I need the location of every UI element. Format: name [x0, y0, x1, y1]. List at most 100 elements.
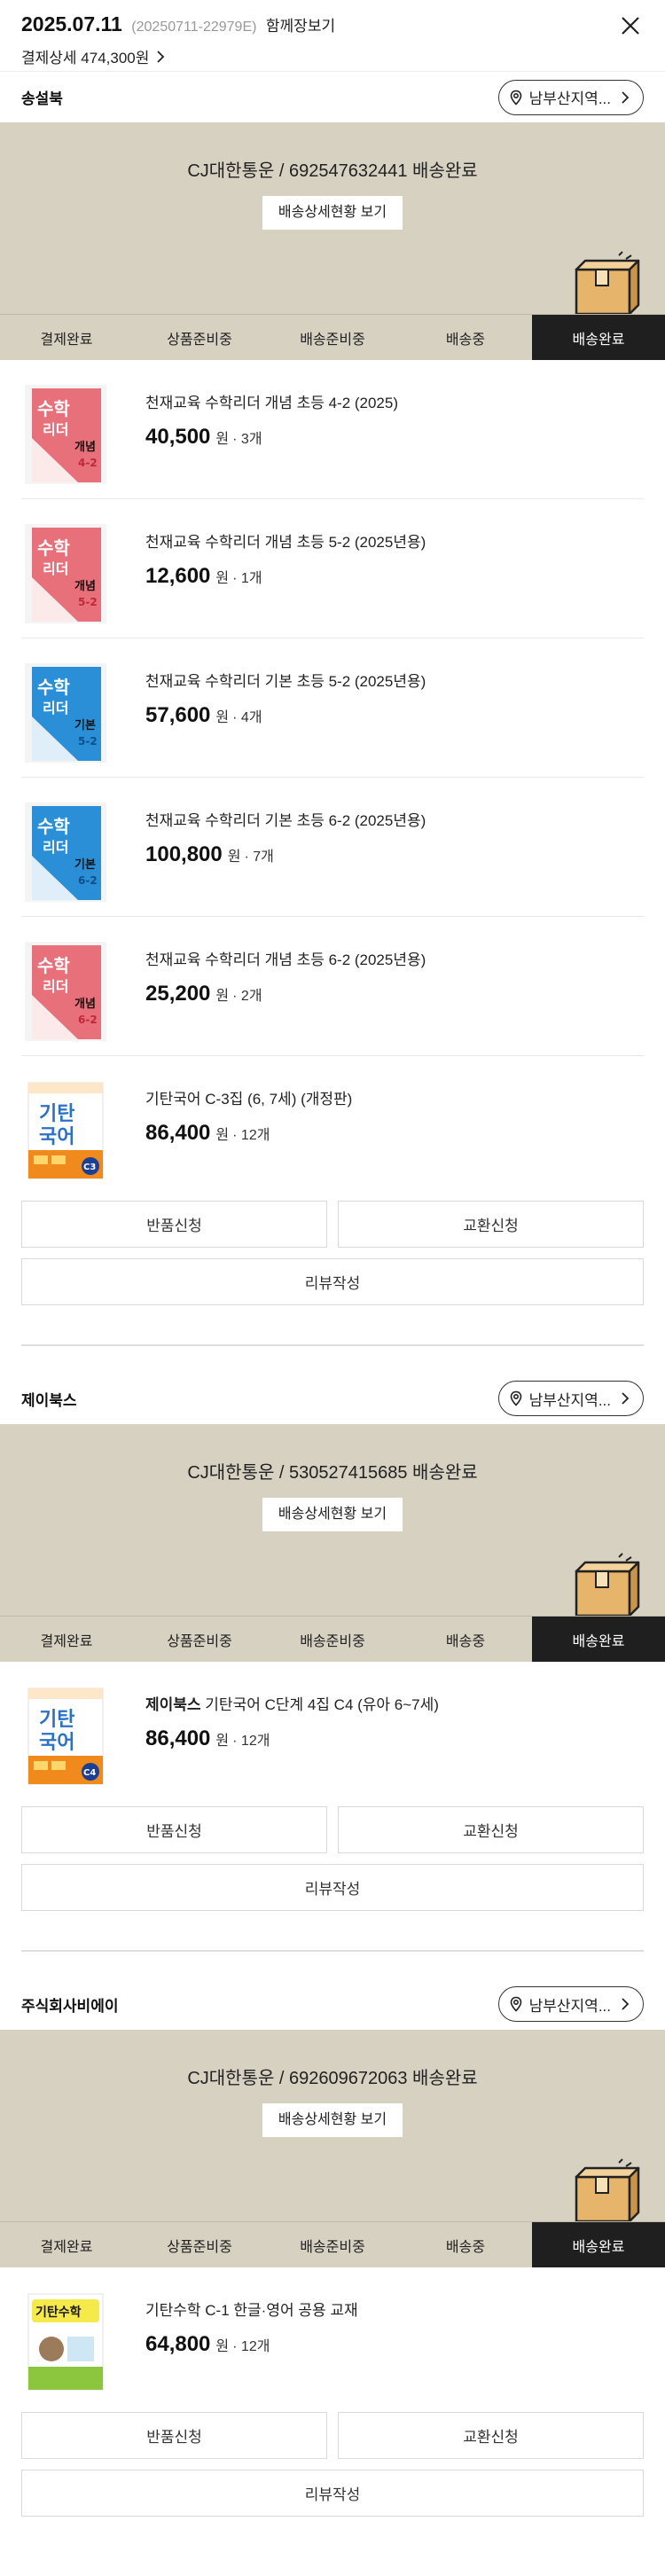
product-price: 64,800 [145, 2332, 211, 2356]
product-thumbnail[interactable]: 기탄 국어 C4 [21, 1687, 110, 1786]
product-quantity: · 1개 [232, 571, 262, 586]
location-pin-icon [510, 1390, 521, 1406]
write-review-button[interactable]: 리뷰작성 [21, 1864, 644, 1911]
return-request-button[interactable]: 반품신청 [21, 2412, 327, 2459]
section-divider [21, 1344, 644, 1346]
product-item[interactable]: 수학 리더 기본 5-2 천재교육 수학리더 기본 초등 5-2 (2025년용… [21, 638, 644, 778]
price-unit: 원 [215, 1734, 230, 1749]
product-thumbnail[interactable]: 수학 리더 개념 6-2 [21, 942, 110, 1041]
product-thumbnail[interactable]: 수학 리더 개념 4-2 [21, 385, 110, 484]
product-title: 기탄국어 C-3집 (6, 7세) (개정판) [145, 1091, 353, 1108]
delivery-step: 배송준비중 [300, 1633, 365, 1649]
svg-text:리더: 리더 [43, 839, 68, 856]
delivery-status-box: CJ대한통운 / 692609672063 배송완료 배송상세현황 보기 [0, 2030, 665, 2223]
product-name[interactable]: 기탄수학 C-1 한글·영어 공용 교재 [145, 2298, 358, 2320]
svg-text:리더: 리더 [43, 421, 68, 438]
svg-text:리더: 리더 [43, 700, 68, 716]
product-item[interactable]: 기탄 국어 C4 제이북스 기탄국어 C단계 4집 C4 (유아 6~7세) 8… [21, 1662, 644, 1801]
price-unit: 원 [215, 2339, 230, 2354]
delivery-steps: 결제완료 상품준비중 배송준비중 배송중 배송완료 [0, 1616, 665, 1662]
product-name[interactable]: 천재교육 수학리더 기본 초등 6-2 (2025년용) [145, 808, 426, 830]
svg-text:기탄: 기탄 [39, 1709, 74, 1731]
together-shopping-link[interactable]: 함께장보기 [266, 13, 335, 35]
svg-text:기탄수학: 기탄수학 [35, 2305, 82, 2320]
product-info: 천재교육 수학리더 개념 초등 5-2 (2025년용) 12,600 원 · … [145, 524, 426, 638]
svg-text:기본: 기본 [74, 858, 96, 872]
write-review-button[interactable]: 리뷰작성 [21, 2470, 644, 2517]
product-item[interactable]: 기탄수학 기탄수학 C-1 한글·영어 공용 교재 64,800 원 · 12개 [21, 2267, 644, 2407]
svg-text:국어: 국어 [39, 1732, 74, 1754]
delivery-step: 상품준비중 [167, 332, 232, 348]
product-brand: 제이북스 [145, 1696, 201, 1713]
region-button[interactable]: 남부산지역... [497, 79, 644, 115]
seller-row: 주식회사비에이 남부산지역... [0, 1978, 665, 2030]
product-thumbnail[interactable]: 기탄 국어 C3 [21, 1081, 110, 1180]
action-row: 반품신청 교환신청 [21, 2412, 644, 2459]
product-thumbnail[interactable]: 수학 리더 기본 5-2 [21, 663, 110, 763]
exchange-request-button[interactable]: 교환신청 [338, 2412, 644, 2459]
product-price-row: 86,400 원 · 12개 [145, 1726, 439, 1751]
svg-text:6-2: 6-2 [78, 874, 98, 887]
action-row: 반품신청 교환신청 [21, 1806, 644, 1853]
svg-text:개념: 개념 [74, 997, 96, 1011]
product-name[interactable]: 제이북스 기탄국어 C단계 4집 C4 (유아 6~7세) [145, 1692, 439, 1714]
product-price-row: 100,800 원 · 7개 [145, 842, 426, 867]
product-price: 25,200 [145, 982, 211, 1006]
write-review-button[interactable]: 리뷰작성 [21, 1258, 644, 1305]
payment-detail-link[interactable]: 결제상세 474,300원 [21, 45, 644, 67]
delivery-step: 결제완료 [40, 332, 93, 348]
seller-section: 주식회사비에이 남부산지역... CJ대한통운 / 692609672063 배… [0, 1978, 665, 2517]
product-item[interactable]: 수학 리더 개념 6-2 천재교육 수학리더 개념 초등 6-2 (2025년용… [21, 917, 644, 1056]
product-title: 천재교육 수학리더 기본 초등 5-2 (2025년용) [145, 673, 426, 690]
product-price: 57,600 [145, 703, 211, 727]
product-item[interactable]: 기탄 국어 C3 기탄국어 C-3집 (6, 7세) (개정판) 86,400 … [21, 1056, 644, 1195]
order-actions: 반품신청 교환신청 리뷰작성 [0, 1201, 665, 1305]
product-item[interactable]: 수학 리더 개념 4-2 천재교육 수학리더 개념 초등 4-2 (2025) … [21, 360, 644, 499]
order-actions: 반품신청 교환신청 리뷰작성 [0, 2412, 665, 2517]
order-detail-page: 2025.07.11 (20250711-22979E) 함께장보기 결제상세 … [0, 0, 665, 2517]
seller-section: 송설북 남부산지역... CJ대한통운 / 692547632441 배송완료 … [0, 71, 665, 1346]
svg-text:기탄: 기탄 [39, 1103, 74, 1125]
track-detail-button[interactable]: 배송상세현황 보기 [262, 196, 403, 230]
product-name[interactable]: 천재교육 수학리더 개념 초등 6-2 (2025년용) [145, 947, 426, 969]
svg-text:C3: C3 [83, 1163, 96, 1172]
product-thumbnail[interactable]: 기탄수학 [21, 2292, 110, 2392]
svg-text:수학: 수학 [37, 677, 70, 698]
product-name[interactable]: 천재교육 수학리더 개념 초등 5-2 (2025년용) [145, 529, 426, 552]
delivery-step: 배송준비중 [300, 2239, 365, 2255]
return-request-button[interactable]: 반품신청 [21, 1806, 327, 1853]
product-thumbnail[interactable]: 수학 리더 개념 5-2 [21, 524, 110, 623]
location-pin-icon [510, 1996, 521, 2012]
svg-text:수학: 수학 [37, 398, 70, 419]
close-button[interactable] [621, 16, 640, 35]
track-detail-button[interactable]: 배송상세현황 보기 [262, 1498, 403, 1531]
product-item[interactable]: 수학 리더 개념 5-2 천재교육 수학리더 개념 초등 5-2 (2025년용… [21, 499, 644, 638]
track-detail-button[interactable]: 배송상세현황 보기 [262, 2103, 403, 2137]
svg-text:5-2: 5-2 [78, 596, 98, 608]
delivery-step: 상품준비중 [167, 1633, 232, 1649]
product-thumbnail[interactable]: 수학 리더 기본 6-2 [21, 803, 110, 902]
product-price-row: 86,400 원 · 12개 [145, 1121, 352, 1146]
product-quantity: · 7개 [244, 850, 274, 865]
chevron-right-icon [622, 90, 630, 104]
product-item[interactable]: 수학 리더 기본 6-2 천재교육 수학리더 기본 초등 6-2 (2025년용… [21, 778, 644, 917]
courier-tracking-text: CJ대한통운 / 530527415685 배송완료 [187, 1463, 478, 1483]
price-unit: 원 [215, 432, 230, 447]
region-button[interactable]: 남부산지역... [497, 1986, 644, 2022]
product-name[interactable]: 기탄국어 C-3집 (6, 7세) (개정판) [145, 1086, 352, 1108]
region-button[interactable]: 남부산지역... [497, 1381, 644, 1416]
price-unit: 원 [215, 1128, 230, 1143]
product-name[interactable]: 천재교육 수학리더 기본 초등 5-2 (2025년용) [145, 669, 426, 691]
exchange-request-button[interactable]: 교환신청 [338, 1806, 644, 1853]
delivery-step: 결제완료 [40, 2239, 93, 2255]
exchange-request-button[interactable]: 교환신청 [338, 1201, 644, 1248]
product-info: 천재교육 수학리더 개념 초등 6-2 (2025년용) 25,200 원 · … [145, 942, 426, 1055]
seller-row: 송설북 남부산지역... [0, 71, 665, 122]
chevron-right-icon [622, 1998, 630, 2010]
delivery-box-icon [573, 1552, 640, 1617]
product-name[interactable]: 천재교육 수학리더 개념 초등 4-2 (2025) [145, 390, 398, 412]
delivery-step: 배송중 [445, 2239, 486, 2255]
return-request-button[interactable]: 반품신청 [21, 1201, 327, 1248]
seller-sections: 송설북 남부산지역... CJ대한통운 / 692547632441 배송완료 … [0, 71, 665, 2517]
order-date: 2025.07.11 [21, 12, 122, 35]
